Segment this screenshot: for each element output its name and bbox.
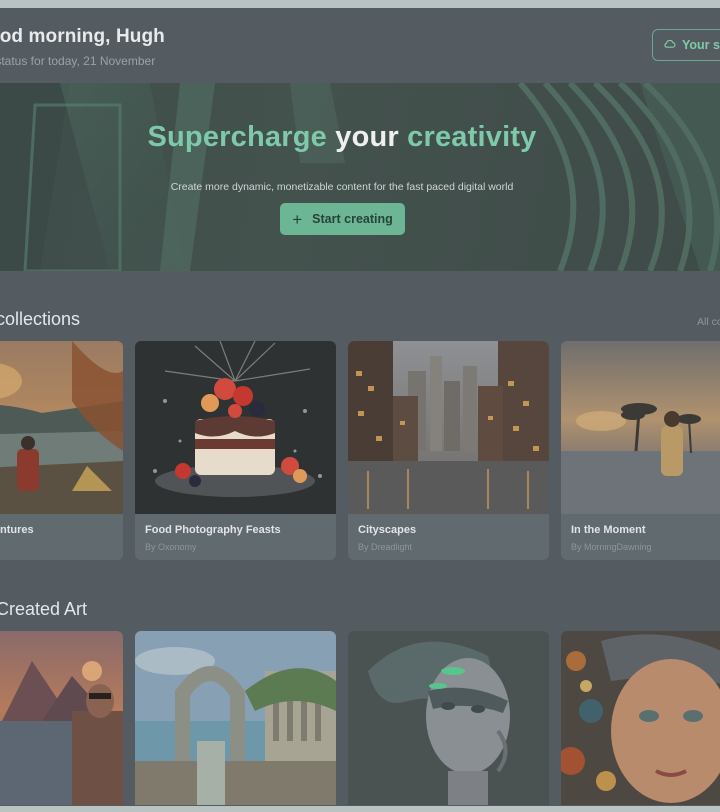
created-art-item[interactable] — [561, 631, 720, 805]
collection-card-title: In the Moment — [571, 524, 646, 536]
hero-banner: Supercharge your creativity Create more … — [0, 83, 720, 271]
hero-title: Supercharge your creativity — [0, 121, 684, 154]
app-window: ood morning, Hugh r status for today, 21… — [0, 8, 720, 806]
collections-heading: collections — [0, 309, 81, 329]
greeting-text: ood morning, Hugh — [0, 26, 165, 47]
hero-description: Create more dynamic, monetizable content… — [170, 181, 514, 193]
artwork-image — [0, 631, 123, 805]
plus-icon: + — [292, 209, 303, 229]
your-status-button[interactable]: Your st — [652, 29, 720, 61]
collection-thumbnail — [135, 341, 336, 514]
collection-thumbnail — [348, 341, 549, 514]
collection-thumbnail — [561, 341, 720, 514]
collection-card-title: Cityscapes — [358, 524, 417, 536]
all-collections-link[interactable]: All co — [697, 316, 720, 328]
cloud-icon — [663, 37, 676, 53]
collection-thumbnail — [0, 341, 123, 514]
artwork-image — [348, 631, 549, 805]
created-art-item[interactable] — [0, 631, 123, 805]
header: ood morning, Hugh r status for today, 21… — [0, 8, 720, 84]
artwork-image — [135, 631, 336, 805]
collection-card-in-the-moment[interactable]: In the Moment By MorningDawning — [561, 341, 720, 560]
hero-title-creativity: creativity — [407, 121, 537, 153]
hero-title-supercharge: Supercharge — [147, 121, 327, 153]
your-status-label: Your st — [682, 38, 720, 52]
hero-title-your: your — [335, 121, 399, 153]
status-date-text: r status for today, 21 November — [0, 54, 156, 68]
collection-card-author: By MorningDawning — [571, 542, 652, 552]
created-art-heading: Created Art — [0, 599, 88, 619]
created-art-item[interactable] — [348, 631, 549, 805]
collection-card-cityscapes[interactable]: Cityscapes By Dreadlight — [348, 341, 549, 560]
hero-background-art — [0, 83, 720, 271]
artwork-image — [561, 631, 720, 805]
collection-card-author: By Oxonomy — [145, 542, 197, 552]
start-creating-button[interactable]: + Start creating — [280, 203, 405, 235]
created-art-item[interactable] — [135, 631, 336, 805]
start-creating-label: Start creating — [312, 212, 393, 226]
collection-card-title: ntures — [0, 524, 34, 536]
collection-card-author: By Dreadlight — [358, 542, 413, 552]
collection-card-food-photography-feasts[interactable]: Food Photography Feasts By Oxonomy — [135, 341, 336, 560]
collection-card-title: Food Photography Feasts — [145, 524, 281, 536]
collection-card-adventures[interactable]: ntures — [0, 341, 123, 560]
